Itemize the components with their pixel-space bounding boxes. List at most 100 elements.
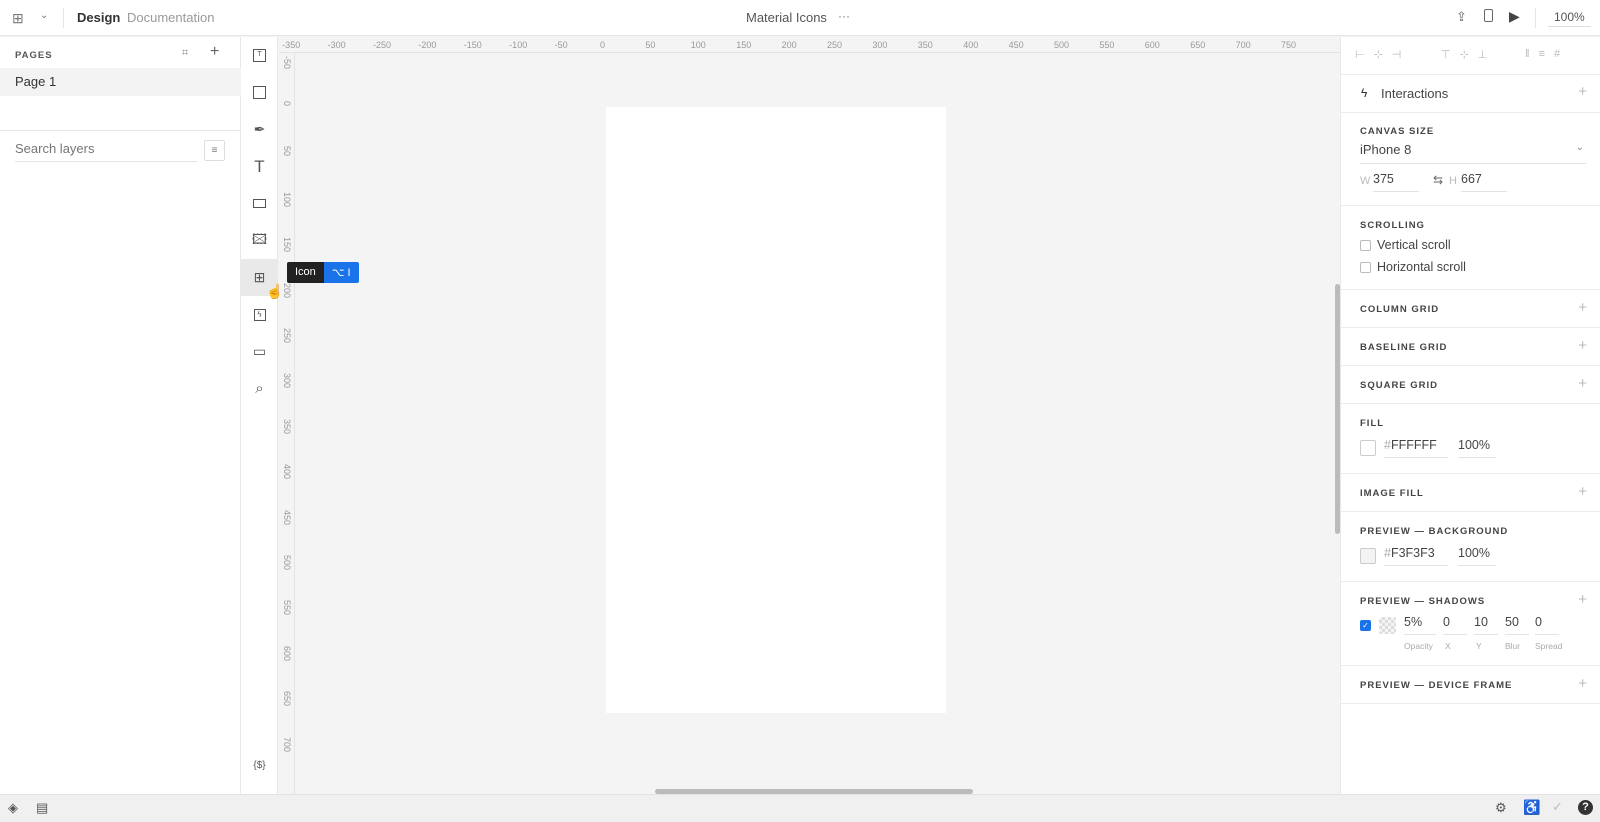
width-label: W [1360,175,1371,187]
ruler-x-tick: 50 [645,40,656,50]
help-icon[interactable]: ? [1578,800,1593,815]
ruler-x-tick: -200 [418,40,437,50]
ruler-y-tick: 650 [282,691,292,707]
shadow-enabled-checkbox[interactable]: ✓ [1360,620,1371,631]
image-fill-section[interactable]: IMAGE FILL + [1341,474,1600,512]
ruler-x-tick: 300 [872,40,888,50]
ruler-y-tick: -50 [282,55,292,69]
preview-background-swatch[interactable] [1360,548,1376,564]
ruler-x-tick: 600 [1144,40,1160,50]
fill-color-swatch[interactable] [1360,440,1376,456]
ruler-y-tick: 300 [282,373,292,389]
settings-icon[interactable]: ⚙ [1495,800,1507,816]
more-icon[interactable]: ··· [838,9,850,23]
component-tool-icon[interactable] [241,185,278,222]
preview-shadows-section: PREVIEW — SHADOWS + ✓ 5% 0 10 50 0 Opaci… [1341,582,1600,666]
file-title[interactable]: Material Icons [746,10,827,25]
tools-toolbar: T ✒ T 🖾 ⊞ ϟ ▭ ⌕ {$} [241,37,278,794]
preview-background-hex-input[interactable]: #F3F3F3 [1384,546,1448,566]
comment-tool-icon[interactable]: ▭ [241,333,278,370]
interactions-section[interactable]: ϟ Interactions + [1341,75,1600,113]
zoom-level[interactable]: 100% [1548,10,1591,27]
blur-caption: Blur [1505,641,1521,651]
export-icon[interactable]: ⇪ [1456,9,1467,25]
preview-background-opacity-input[interactable]: 100% [1458,546,1496,566]
text-tool-icon[interactable]: T [241,148,278,185]
accessibility-icon[interactable]: ♿ [1523,799,1540,816]
baseline-grid-section[interactable]: BASELINE GRID + [1341,328,1600,366]
search-layers-input[interactable] [15,141,195,156]
ruler-x-tick: 500 [1054,40,1070,50]
ruler-y-tick: 250 [282,328,292,344]
ruler-y-tick: 350 [282,418,292,434]
fill-hex-input[interactable]: #FFFFFF [1384,438,1448,458]
tab-design[interactable]: Design [77,10,120,25]
fill-opacity-input[interactable]: 100% [1458,438,1496,458]
vertical-scroll-checkbox[interactable] [1360,240,1371,251]
horizontal-scroll-checkbox[interactable] [1360,262,1371,273]
y-caption: Y [1476,641,1482,651]
check-icon[interactable]: ✓ [1552,799,1563,815]
canvas-size-label: CANVAS SIZE [1360,126,1435,137]
shadow-spread-input[interactable]: 0 [1535,615,1559,635]
add-interaction-button[interactable]: + [1578,83,1587,100]
shadow-y-input[interactable]: 10 [1474,615,1498,635]
height-input[interactable]: 667 [1461,172,1507,192]
components-icon[interactable]: ▤ [36,800,48,816]
ruler-y-tick: 450 [282,509,292,525]
pen-tool-icon[interactable]: ✒ [241,111,278,148]
scrolling-section: SCROLLING Vertical scroll Horizontal scr… [1341,206,1600,290]
play-icon[interactable]: ▶ [1509,8,1520,25]
shadow-blur-input[interactable]: 50 [1505,615,1529,635]
hotspot-tool-icon[interactable]: ϟ [241,296,278,333]
shadow-color-swatch[interactable] [1379,617,1396,634]
add-baseline-grid-button[interactable]: + [1578,337,1587,354]
device-frame-section[interactable]: PREVIEW — DEVICE FRAME + [1341,666,1600,704]
ruler-x-tick: -350 [282,40,301,50]
vertical-ruler: -50 0 50 100 150 200 250 300 350 400 450 500 550 600 6… [279,53,295,794]
shadow-x-input[interactable]: 0 [1443,615,1467,635]
ruler-x-tick: 650 [1190,40,1206,50]
variables-button[interactable]: {$} [241,747,278,784]
ruler-y-tick: 500 [282,555,292,571]
page-item[interactable]: Page 1 [0,68,241,96]
column-grid-section[interactable]: COLUMN GRID + [1341,290,1600,328]
add-page-button[interactable]: + [210,43,219,61]
square-grid-section[interactable]: SQUARE GRID + [1341,366,1600,404]
add-column-grid-button[interactable]: + [1578,299,1587,316]
ruler-x-tick: 100 [690,40,706,50]
device-select[interactable]: iPhone 8 ⌄ [1360,142,1586,164]
add-image-fill-button[interactable]: + [1578,483,1587,500]
ruler-x-tick: -300 [327,40,346,50]
fill-section: FILL #FFFFFF 100% [1341,404,1600,474]
preview-shadows-label: PREVIEW — SHADOWS [1360,596,1486,607]
artboard[interactable] [606,107,946,713]
artboard-tool-icon[interactable]: T [241,37,278,74]
scrolling-label: SCROLLING [1360,220,1425,231]
search-tool-icon[interactable]: ⌕ [241,370,278,407]
width-input[interactable]: 375 [1373,172,1419,192]
distribute-icons[interactable]: ‖≡# [1525,48,1569,60]
add-device-frame-button[interactable]: + [1578,675,1587,692]
tab-documentation[interactable]: Documentation [127,10,214,25]
add-shadow-button[interactable]: + [1578,591,1587,608]
layers-icon[interactable]: ◈ [8,800,18,816]
device-preview-icon[interactable] [1484,9,1493,22]
align-vertical-icons[interactable]: ⊤⊹⊥ [1441,48,1496,61]
filter-button[interactable]: ≡ [204,140,225,161]
align-horizontal-icons[interactable]: ⊢⊹⊣ [1355,48,1410,61]
ruler-y-tick: 400 [282,464,292,480]
swap-dimensions-icon[interactable]: ⇆ [1433,173,1443,187]
rectangle-tool-icon[interactable] [241,74,278,111]
shadow-opacity-input[interactable]: 5% [1404,615,1436,635]
image-tool-icon[interactable]: 🖾 [241,222,278,259]
pages-panel: PAGES ⌗ + Page 1 ≡ [0,37,241,794]
apps-grid-icon[interactable]: ⊞ [12,10,24,27]
ruler-x-tick: 750 [1281,40,1297,50]
image-fill-label: IMAGE FILL [1360,488,1424,499]
ruler-x-tick: -100 [509,40,528,50]
cursor-hand-icon: ☝ [266,283,284,299]
add-square-grid-button[interactable]: + [1578,375,1587,392]
chevron-down-icon[interactable]: ⌄ [40,10,48,21]
fit-icon[interactable]: ⌗ [182,47,188,60]
